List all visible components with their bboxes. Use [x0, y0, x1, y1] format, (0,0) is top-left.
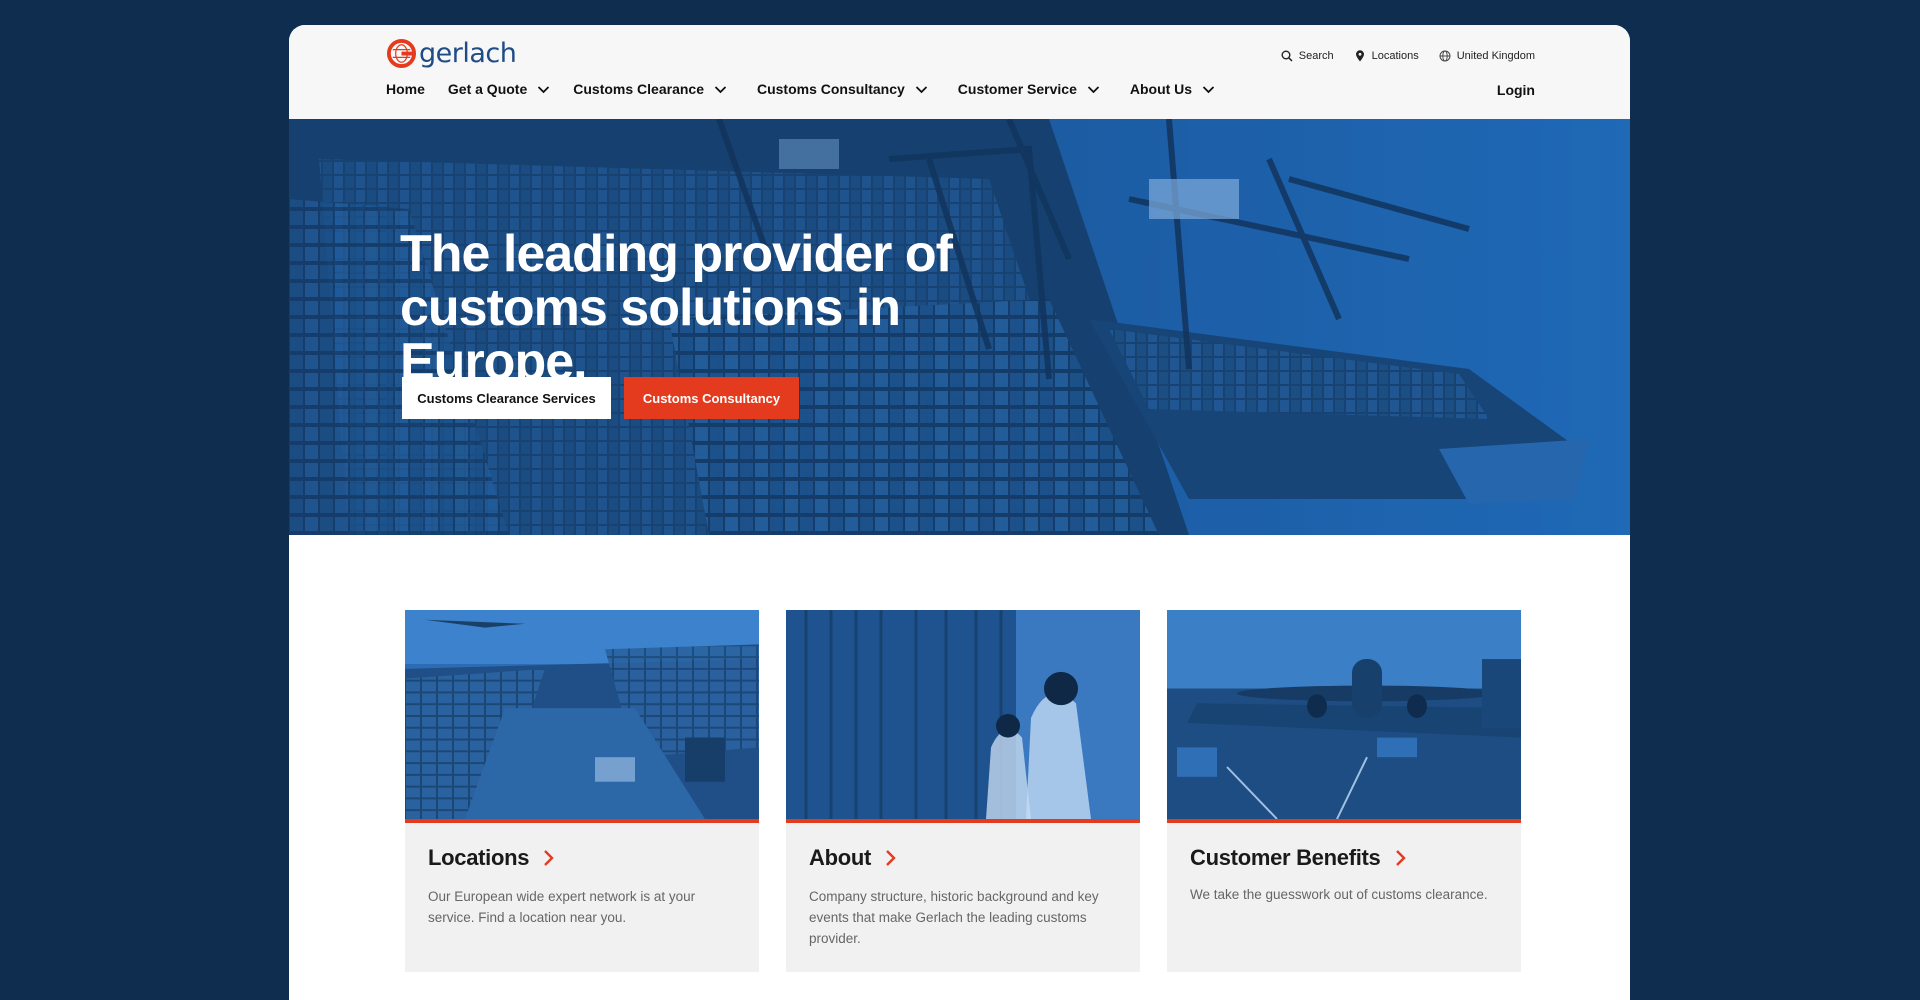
- nav-item-customer-service[interactable]: Customer Service: [958, 81, 1100, 97]
- hero-banner: The leading provider of customs solution…: [289, 119, 1630, 535]
- card-title-text: Locations: [428, 845, 530, 870]
- container-terminal-image: [405, 610, 759, 823]
- customs-clearance-services-button[interactable]: Customs Clearance Services: [402, 377, 611, 419]
- nav-item-home[interactable]: Home: [386, 81, 425, 97]
- browser-window: gerlach Search Locations United Kingdom …: [289, 25, 1630, 1000]
- locations-label: Locations: [1371, 50, 1419, 62]
- chevron-down-icon: [915, 85, 927, 93]
- country-selector[interactable]: United Kingdom: [1439, 50, 1535, 62]
- nav-label: Home: [386, 81, 425, 97]
- chevron-down-icon: [1202, 85, 1215, 93]
- nav-label: About Us: [1129, 81, 1193, 97]
- main-nav: Home Get a Quote Customs Clearance Custo…: [386, 81, 1238, 97]
- utility-nav: Search Locations United Kingdom: [1281, 50, 1535, 62]
- login-link[interactable]: Login: [1497, 82, 1535, 98]
- card-title-about: About: [809, 845, 897, 871]
- card-title-text: Customer Benefits: [1190, 845, 1381, 870]
- chevron-down-icon: [714, 85, 727, 93]
- nav-item-customs-consultancy[interactable]: Customs Consultancy: [757, 81, 928, 97]
- card-about[interactable]: About Company structure, historic backgr…: [786, 610, 1140, 972]
- customs-inspection-image: [786, 610, 1140, 823]
- card-title-locations: Locations: [428, 845, 555, 871]
- search-icon: [1281, 50, 1293, 62]
- nav-label: Customer Service: [957, 81, 1077, 97]
- card-description: Company structure, historic background a…: [809, 889, 1099, 946]
- airport-apron-image: [1167, 610, 1521, 823]
- nav-item-customs-clearance[interactable]: Customs Clearance: [573, 81, 727, 97]
- card-customer-benefits[interactable]: Customer Benefits We take the guesswork …: [1167, 610, 1521, 972]
- hero-title: The leading provider of customs solution…: [400, 225, 953, 391]
- nav-label: Customs Consultancy: [756, 81, 905, 97]
- card-title-customer-benefits: Customer Benefits: [1190, 845, 1407, 871]
- nav-item-get-a-quote[interactable]: Get a Quote: [448, 81, 550, 97]
- chevron-down-icon: [1087, 85, 1099, 93]
- search-link[interactable]: Search: [1281, 50, 1334, 62]
- card-title-text: About: [809, 845, 872, 870]
- brand-logo[interactable]: gerlach: [386, 38, 517, 69]
- chevron-right-icon: [544, 850, 554, 866]
- chevron-right-icon: [886, 850, 896, 866]
- airport-apron-photo: [1167, 610, 1521, 819]
- nav-label: Get a Quote: [447, 81, 528, 97]
- brand-name: gerlach: [419, 38, 517, 69]
- gerlach-globe-logo-icon: [386, 38, 417, 69]
- nav-label: Customs Clearance: [573, 81, 704, 97]
- site-header: gerlach Search Locations United Kingdom …: [289, 25, 1630, 119]
- card-locations[interactable]: Locations Our European wide expert netwo…: [405, 610, 759, 972]
- chevron-right-icon: [1395, 850, 1406, 866]
- card-description: We take the guesswork out of customs cle…: [1190, 887, 1488, 902]
- chevron-down-icon: [538, 85, 550, 93]
- locations-link[interactable]: Locations: [1354, 50, 1419, 62]
- nav-item-about-us[interactable]: About Us: [1130, 81, 1215, 97]
- feature-cards: Locations Our European wide expert netwo…: [405, 610, 1521, 972]
- globe-icon: [1439, 50, 1451, 62]
- customs-inspection-photo: [786, 610, 1140, 819]
- customs-consultancy-button[interactable]: Customs Consultancy: [624, 377, 799, 419]
- map-pin-icon: [1355, 50, 1364, 62]
- search-label: Search: [1298, 50, 1334, 62]
- card-description: Our European wide expert network is at y…: [428, 889, 696, 925]
- container-terminal-photo: [405, 610, 759, 819]
- country-label: United Kingdom: [1456, 50, 1535, 62]
